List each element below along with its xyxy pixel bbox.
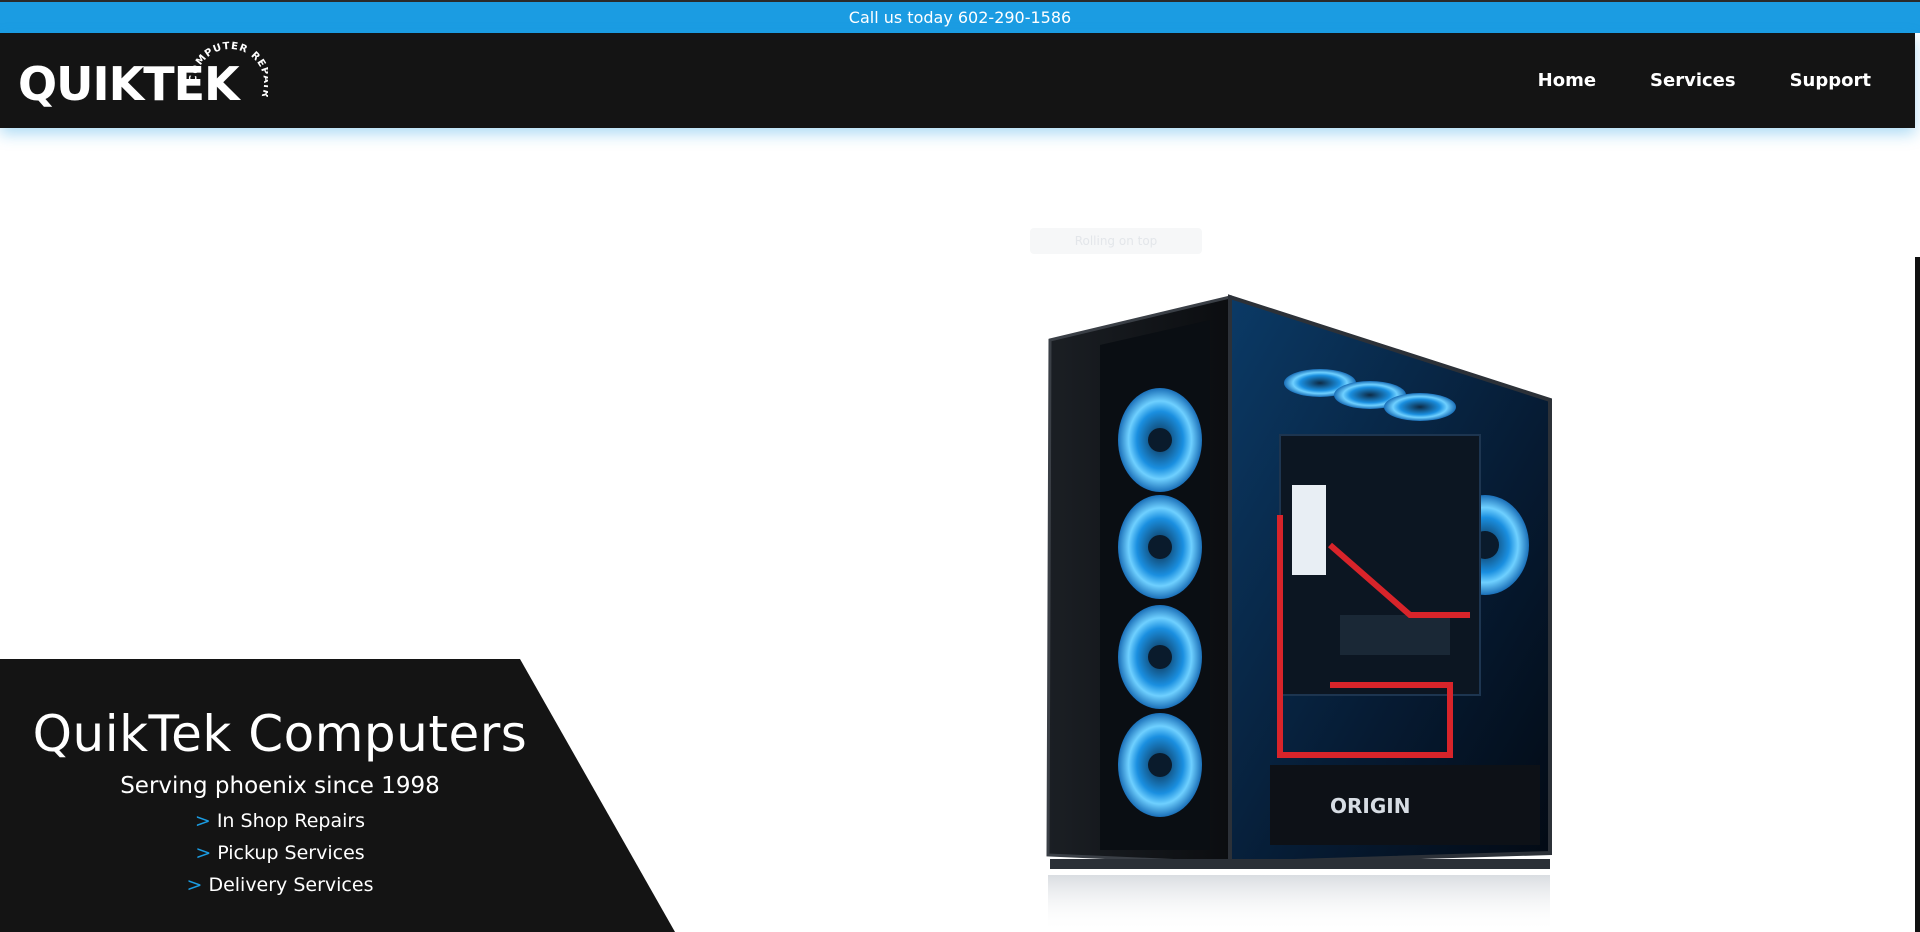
nav-services[interactable]: Services xyxy=(1650,70,1736,91)
gaming-pc-tower-image: ORIGIN xyxy=(1046,294,1552,932)
site-header: COMPUTER REPAIR QUIKTEK Home Services Su… xyxy=(0,33,1915,128)
nav-home[interactable]: Home xyxy=(1538,70,1596,91)
call-us-text[interactable]: Call us today 602-290-1586 xyxy=(849,8,1071,27)
service-item: > In Shop Repairs xyxy=(0,809,560,833)
quiktek-logo[interactable]: COMPUTER REPAIR QUIKTEK xyxy=(18,39,268,119)
hero-hint-label: Rolling on top xyxy=(1030,228,1202,254)
logo-wordmark: QUIKTEK xyxy=(18,57,240,111)
promo-subtitle: Serving phoenix since 1998 xyxy=(120,773,440,799)
promo-title: QuikTek Computers xyxy=(32,705,528,763)
nav-support[interactable]: Support xyxy=(1790,70,1871,91)
service-label: Pickup Services xyxy=(217,842,365,864)
chevron-right-icon: > xyxy=(194,810,211,832)
chevron-right-icon: > xyxy=(186,874,203,896)
service-label: Delivery Services xyxy=(208,874,374,896)
service-item: > Delivery Services xyxy=(0,873,560,897)
top-contact-bar: Call us today 602-290-1586 xyxy=(0,0,1920,33)
service-item: > Pickup Services xyxy=(0,841,560,865)
svg-text:ORIGIN: ORIGIN xyxy=(1330,794,1410,818)
chevron-right-icon: > xyxy=(195,842,212,864)
promo-content: QuikTek Computers Serving phoenix since … xyxy=(0,659,560,905)
promo-panel: QuikTek Computers Serving phoenix since … xyxy=(0,659,680,932)
right-edge-divider xyxy=(1915,257,1920,932)
main-nav: Home Services Support xyxy=(1538,33,1871,128)
service-label: In Shop Repairs xyxy=(216,810,366,832)
services-list: > In Shop Repairs > Pickup Services > Deliv… xyxy=(0,809,560,897)
